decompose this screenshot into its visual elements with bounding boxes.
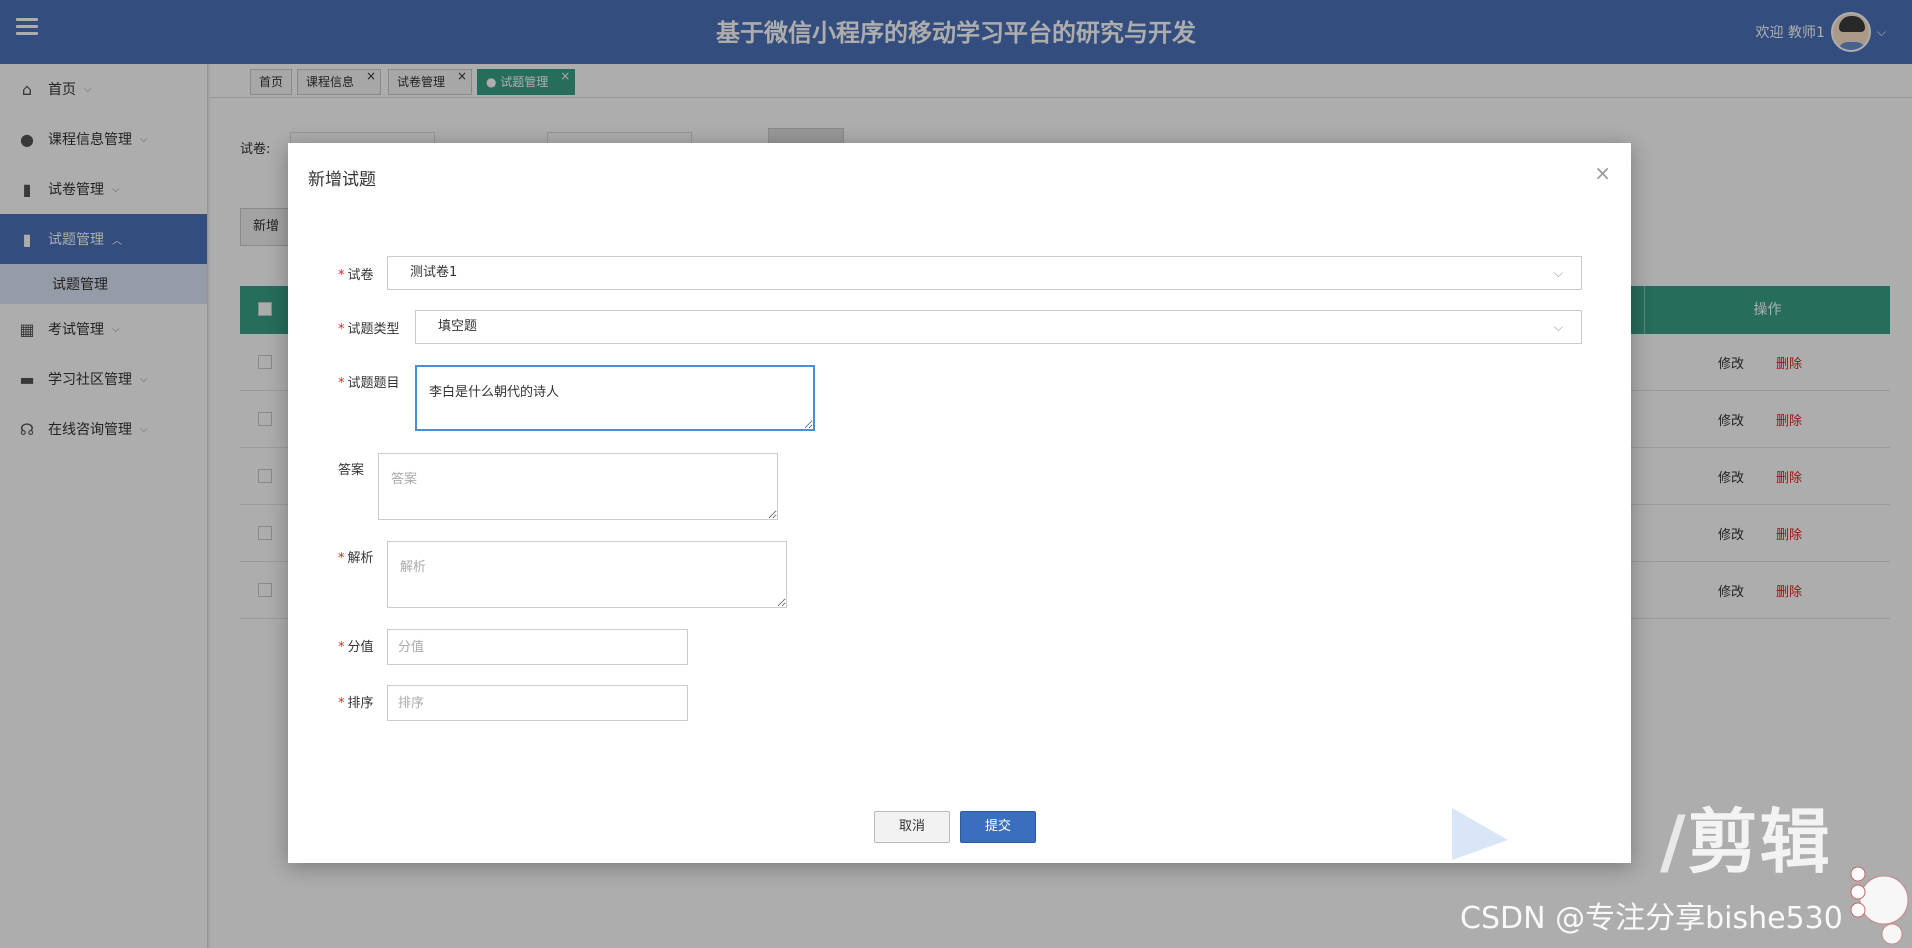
type-select[interactable]: 填空题 ⌵ <box>415 310 1582 344</box>
add-question-dialog: 新增试题 × *试卷 测试卷1 ⌵ *试题类型 填空题 ⌵ *试题题目 答案 *… <box>288 143 1631 863</box>
mascot-icon <box>1850 866 1909 945</box>
type-select-value: 填空题 <box>438 319 478 334</box>
dialog-title: 新增试题 <box>308 170 376 190</box>
score-label: * 分值 <box>338 640 374 655</box>
editor-watermark: /剪辑 <box>1660 801 1832 883</box>
chevron-down-icon: ⌵ <box>1553 320 1563 334</box>
submit-button[interactable]: 提交 <box>960 811 1036 843</box>
csdn-watermark: CSDN @专注分享bishe530 <box>1460 901 1843 936</box>
analysis-textarea[interactable] <box>387 541 787 608</box>
paper-select[interactable]: 测试卷1 ⌵ <box>387 256 1582 290</box>
analysis-label: * 解析 <box>338 551 374 566</box>
editor-logo-icon <box>1452 808 1508 860</box>
answer-label: 答案 <box>338 463 365 478</box>
order-label: * 排序 <box>338 696 374 711</box>
question-label: * 试题题目 <box>338 376 400 391</box>
score-input[interactable] <box>387 629 688 665</box>
paper-select-value: 测试卷1 <box>410 265 458 280</box>
type-label: * 试题类型 <box>338 322 400 337</box>
cancel-button[interactable]: 取消 <box>874 811 950 843</box>
paper-label: * 试卷 <box>338 268 374 283</box>
order-input[interactable] <box>387 685 688 721</box>
answer-textarea[interactable] <box>378 453 778 520</box>
chevron-down-icon: ⌵ <box>1553 266 1563 280</box>
question-textarea[interactable] <box>415 365 815 431</box>
close-icon[interactable]: × <box>1594 161 1611 185</box>
